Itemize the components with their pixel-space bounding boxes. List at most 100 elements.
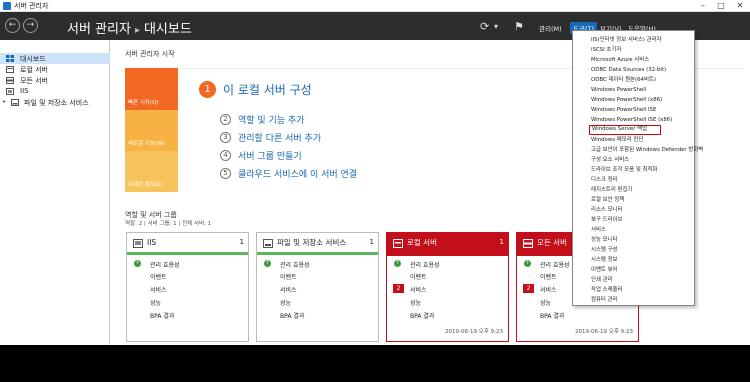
sidebar-item-file-storage[interactable]: ▸ 파일 및 저장소 서비스 (0, 97, 110, 108)
step-number: 4 (220, 150, 231, 161)
row-label: 성능 (410, 300, 422, 307)
desktop-background (0, 345, 750, 382)
step-create-group[interactable]: 4 서버 그룹 만들기 (220, 145, 302, 164)
row-label: BPA 결과 (150, 313, 175, 320)
role-card-local-server[interactable]: 로컬 서버 1 ↑ 관리 효용성 이벤트 2 서비스 성능 BPA 결과 2019-… (386, 232, 509, 342)
menu-manage[interactable]: 관리(M) (539, 23, 562, 33)
arrow-left-icon: ← (8, 20, 17, 30)
row-label: 서비스 (540, 287, 557, 294)
tools-menu-item[interactable]: 인쇄 관리 (573, 275, 694, 285)
sidebar-item-local-server[interactable]: 로컬 서버 (0, 64, 110, 75)
ok-check-icon: ↑ (394, 260, 401, 267)
tools-menu-item[interactable]: 작업 스케줄러 (573, 285, 694, 295)
role-card-iis[interactable]: IIS 1 ↑ 관리 효용성 이벤트 서비스 성능 BPA 결과 (126, 232, 249, 342)
tools-menu-item[interactable]: ODBC 데이터 원본(64비트) (573, 75, 694, 85)
tools-menu-item[interactable]: 서비스 (573, 225, 694, 235)
tools-menu-item[interactable]: Windows Server 백업 (589, 125, 661, 135)
row-label: 이벤트 (150, 274, 167, 281)
card-row-manageability[interactable]: ↑ 관리 효용성 (387, 259, 508, 269)
card-row-performance[interactable]: 성능 (127, 297, 248, 307)
tools-menu-item[interactable]: 로컬 보안 정책 (573, 195, 694, 205)
tools-menu-item[interactable]: 시스템 정보 (573, 255, 694, 265)
card-row-manageability[interactable]: ↑ 관리 효용성 (257, 259, 378, 269)
tools-menu-item[interactable]: 고급 보안이 포함된 Windows Defender 방화벽 (573, 145, 703, 155)
tile-whats-new-label: 새로운 기능(W) (128, 141, 165, 147)
tools-menu-item[interactable]: Microsoft Azure 서비스 (573, 55, 694, 65)
back-button[interactable]: ← (5, 18, 20, 33)
breadcrumb-root[interactable]: 서버 관리자 (67, 22, 131, 37)
row-label: 관리 효용성 (410, 262, 440, 269)
card-row-bpa[interactable]: BPA 결과 (387, 310, 508, 320)
sidebar-item-label: 대시보드 (20, 55, 46, 63)
row-label: 관리 효용성 (540, 262, 570, 269)
expand-arrow-icon[interactable]: ▸ (3, 98, 6, 105)
tile-quick-start[interactable]: 빠른 시작(Q) (125, 68, 178, 110)
card-row-services[interactable]: 서비스 (127, 284, 248, 294)
tools-menu-item[interactable]: 드라이브 조각 모음 및 최적화 (573, 165, 694, 175)
refresh-icon[interactable]: ⟳ (480, 20, 489, 33)
tools-menu-item[interactable]: 복구 드라이브 (573, 215, 694, 225)
card-row-bpa[interactable]: BPA 결과 (257, 310, 378, 320)
card-row-services[interactable]: 2 서비스 (387, 284, 508, 294)
tile-learn-more[interactable]: 자세한 정보(L) (125, 151, 178, 192)
card-header[interactable]: 파일 및 저장소 서비스 1 (257, 233, 378, 255)
sidebar-item-iis[interactable]: IIS (0, 86, 110, 97)
tools-menu-item[interactable]: Windows PowerShell (573, 85, 694, 95)
tools-menu-item[interactable]: 디스크 정리 (573, 175, 694, 185)
window-title: 서버 관리자 (14, 2, 49, 10)
step-label: 역할 및 기능 추가 (238, 116, 305, 126)
card-row-manageability[interactable]: ↑ 관리 효용성 (127, 259, 248, 269)
card-row-events[interactable]: 이벤트 (387, 271, 508, 281)
card-row-bpa[interactable]: BPA 결과 (127, 310, 248, 320)
servers-icon (6, 77, 14, 84)
role-card-file-storage[interactable]: 파일 및 저장소 서비스 1 ↑ 관리 효용성 이벤트 서비스 성능 BPA 결과 (256, 232, 379, 342)
tools-menu-item[interactable]: iSCSI 초기자 (573, 45, 694, 55)
card-timestamp: 2019-06-19 오후 9:23 (445, 329, 503, 335)
step-add-servers[interactable]: 3 관리할 다른 서버 추가 (220, 127, 321, 146)
card-row-performance[interactable]: 성능 (257, 297, 378, 307)
tools-menu-item[interactable]: 리소스 모니터 (573, 205, 694, 215)
minimize-button[interactable]: – (694, 0, 712, 12)
sidebar-item-all-servers[interactable]: 모든 서버 (0, 75, 110, 86)
card-row-services[interactable]: 서비스 (257, 284, 378, 294)
forward-button[interactable]: → (23, 18, 38, 33)
sidebar-item-label: 모든 서버 (20, 77, 48, 85)
tools-menu-item[interactable]: 컴퓨터 관리 (573, 295, 694, 305)
tools-menu-item[interactable]: Windows PowerShell ISE (x86) (573, 115, 694, 125)
row-label: 관리 효용성 (150, 262, 180, 269)
server-icon (393, 239, 403, 248)
tools-menu-item[interactable]: Windows PowerShell ISE (573, 105, 694, 115)
card-row-bpa[interactable]: BPA 결과 (517, 310, 638, 320)
tools-menu-item[interactable]: 성능 모니터 (573, 235, 694, 245)
tools-menu-item[interactable]: ODBC Data Sources (32-bit) (573, 65, 694, 75)
tools-menu-item[interactable]: Windows 메모리 진단 (573, 135, 694, 145)
card-row-events[interactable]: 이벤트 (257, 271, 378, 281)
tools-menu-item[interactable]: 레지스트리 편집기 (573, 185, 694, 195)
tools-menu-item[interactable]: IIS(인터넷 정보 서비스) 관리자 (573, 35, 694, 45)
tools-menu-item[interactable]: 구성 요소 서비스 (573, 155, 694, 165)
card-title: 로컬 서버 (407, 238, 437, 247)
close-button[interactable]: ✕ (731, 0, 749, 12)
card-header[interactable]: IIS 1 (127, 233, 248, 255)
notifications-flag-icon[interactable]: ⚑ (514, 20, 524, 33)
ok-check-icon: ↑ (134, 260, 141, 267)
tile-whats-new[interactable]: 새로운 기능(W) (125, 110, 178, 151)
tools-menu-item[interactable]: Windows PowerShell (x86) (573, 95, 694, 105)
breadcrumb-current: 대시보드 (143, 22, 192, 37)
card-row-events[interactable]: 이벤트 (127, 271, 248, 281)
card-row-performance[interactable]: 성능 (387, 297, 508, 307)
step-add-roles[interactable]: 2 역할 및 기능 추가 (220, 109, 305, 128)
tools-menu-item[interactable]: 이벤트 뷰어 (573, 265, 694, 275)
tools-menu-item[interactable]: 시스템 구성 (573, 245, 694, 255)
row-label: BPA 결과 (280, 313, 305, 320)
dropdown-arrow-icon[interactable]: ▾ (494, 22, 498, 31)
step-configure-local-server[interactable]: 1 이 로컬 서버 구성 (199, 79, 312, 98)
card-header[interactable]: 로컬 서버 1 (387, 233, 508, 256)
maximize-button[interactable]: □ (712, 0, 730, 12)
sidebar-item-label: 파일 및 저장소 서비스 (24, 99, 89, 107)
row-label: BPA 결과 (410, 313, 435, 320)
row-label: 서비스 (280, 287, 297, 294)
step-connect-cloud[interactable]: 5 클라우드 서비스에 이 서버 연결 (220, 163, 357, 182)
arrow-right-icon: → (26, 20, 35, 30)
sidebar-item-dashboard[interactable]: 대시보드 (0, 53, 110, 64)
